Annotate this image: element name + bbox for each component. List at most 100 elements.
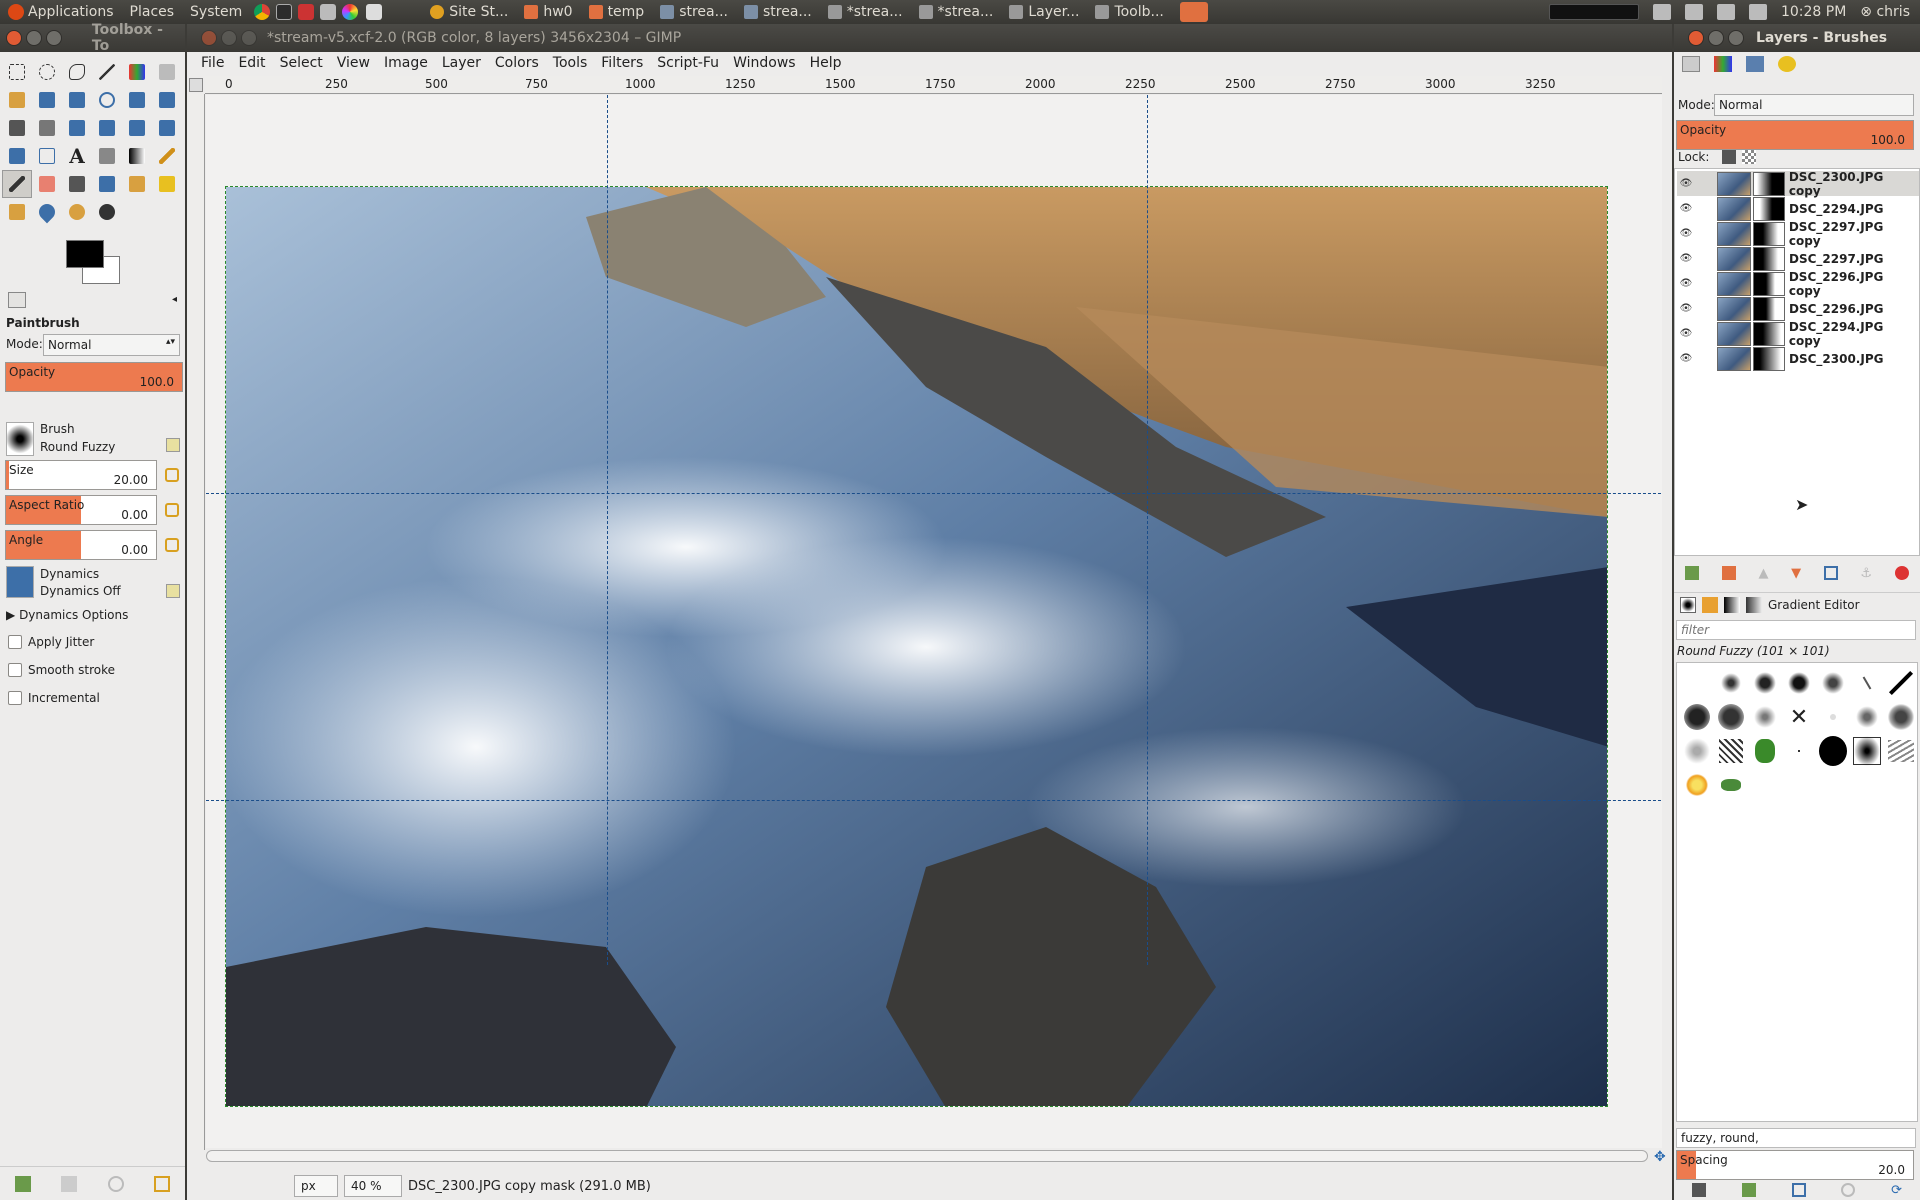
new-layer-icon[interactable] xyxy=(1685,566,1700,580)
system-monitor-icon[interactable] xyxy=(1548,4,1639,20)
scale-tool[interactable] xyxy=(92,114,122,142)
dropbox-icon[interactable] xyxy=(1652,4,1671,20)
network-icon[interactable] xyxy=(1684,4,1703,20)
layer-row[interactable]: 👁 DSC_2296.JPG copy xyxy=(1677,270,1919,298)
brush-item[interactable] xyxy=(1683,703,1711,731)
task-toolbox[interactable]: Toolb... xyxy=(1087,1,1171,23)
quick-mask-corner[interactable] xyxy=(189,78,203,92)
brush-item[interactable] xyxy=(1683,771,1711,799)
lock-pixels-icon[interactable] xyxy=(1722,150,1736,164)
edit-dynamics-icon[interactable] xyxy=(166,584,180,598)
brush-item[interactable] xyxy=(1717,771,1745,799)
ellipse-select-tool[interactable] xyxy=(32,58,62,86)
menu-script-fu[interactable]: Script-Fu xyxy=(650,55,726,71)
stream-photo[interactable] xyxy=(225,186,1608,1107)
angle-slider[interactable]: Angle 0.00 xyxy=(5,530,157,560)
brush-item[interactable] xyxy=(1785,669,1813,697)
task-layers[interactable]: Layer... xyxy=(1001,1,1087,23)
raise-layer-icon[interactable]: ▲ xyxy=(1759,566,1769,581)
lock-alpha-icon[interactable] xyxy=(1742,150,1756,164)
layer-mask-thumbnail[interactable] xyxy=(1752,321,1785,346)
brush-item[interactable] xyxy=(1853,669,1881,697)
brush-filter-input[interactable] xyxy=(1676,620,1916,640)
guide-vertical-1[interactable] xyxy=(607,95,608,965)
restore-options-icon[interactable] xyxy=(61,1175,78,1192)
picasa-launcher-icon[interactable] xyxy=(342,4,359,20)
task-stream-2[interactable]: strea... xyxy=(736,1,820,23)
workspace-switcher-icon[interactable] xyxy=(1179,2,1208,22)
duplicate-layer-icon[interactable] xyxy=(1823,566,1838,580)
terminal-launcher-icon[interactable] xyxy=(276,4,293,20)
eye-icon[interactable]: 👁 xyxy=(1677,253,1695,264)
menu-tools[interactable]: Tools xyxy=(546,55,595,71)
brush-item[interactable] xyxy=(1819,669,1847,697)
zoom-tool[interactable] xyxy=(92,86,122,114)
bucket-fill-tool[interactable] xyxy=(92,142,122,170)
reset-aspect-icon[interactable] xyxy=(165,503,179,517)
camera-launcher-icon[interactable] xyxy=(366,4,383,20)
layers-tab-icon[interactable] xyxy=(1682,56,1700,72)
brushes-tab-icon[interactable] xyxy=(1680,596,1696,613)
layer-mask-thumbnail[interactable] xyxy=(1753,346,1785,371)
duplicate-brush-icon[interactable] xyxy=(1791,1183,1806,1197)
guide-vertical-2[interactable] xyxy=(1147,95,1148,965)
brush-item[interactable] xyxy=(1717,737,1745,765)
paths-tool[interactable] xyxy=(32,86,62,114)
eye-icon[interactable]: 👁 xyxy=(1677,303,1695,314)
gradient-editor-tab-icon[interactable] xyxy=(1746,596,1762,613)
brush-item[interactable] xyxy=(1717,703,1745,731)
dynamics-preview[interactable] xyxy=(6,566,34,598)
unit-select[interactable]: px xyxy=(294,1175,338,1197)
brush-item[interactable] xyxy=(1751,703,1779,731)
brush-item[interactable] xyxy=(1683,669,1711,697)
brush-item[interactable] xyxy=(1751,737,1779,765)
brush-item[interactable] xyxy=(1683,737,1711,765)
eye-icon[interactable]: 👁 xyxy=(1677,228,1695,239)
flip-tool[interactable] xyxy=(2,142,32,170)
spacing-slider[interactable]: Spacing 20.0 xyxy=(1676,1150,1914,1180)
eraser-tool[interactable] xyxy=(32,170,62,198)
edit-brush-icon[interactable] xyxy=(1691,1183,1706,1197)
brush-item[interactable] xyxy=(1853,703,1881,731)
minimize-button[interactable] xyxy=(1708,30,1724,46)
mode-select[interactable]: Normal ▴▾ xyxy=(43,334,180,356)
layer-row[interactable]: 👁 DSC_2294.JPG copy xyxy=(1677,320,1919,348)
menu-colors[interactable]: Colors xyxy=(488,55,546,71)
task-chrome[interactable]: Site St... xyxy=(422,1,516,23)
menu-file[interactable]: File xyxy=(194,55,231,71)
reset-options-icon[interactable] xyxy=(153,1175,170,1192)
crop-tool[interactable] xyxy=(32,114,62,142)
select-by-color-tool[interactable] xyxy=(122,58,152,86)
brush-item[interactable] xyxy=(1887,703,1915,731)
color-picker-tool[interactable] xyxy=(62,86,92,114)
new-brush-icon[interactable] xyxy=(1741,1183,1756,1197)
tool-options-tab-icon[interactable] xyxy=(8,292,26,308)
aspect-ratio-slider[interactable]: Aspect Ratio 0.00 xyxy=(5,495,157,525)
reset-size-icon[interactable] xyxy=(165,468,179,482)
close-button[interactable] xyxy=(201,30,217,46)
layer-row[interactable]: 👁 DSC_2296.JPG xyxy=(1677,296,1919,321)
task-folder-hw0[interactable]: hw0 xyxy=(516,1,580,23)
close-button[interactable] xyxy=(6,30,22,46)
minimize-button[interactable] xyxy=(25,30,42,46)
reset-angle-icon[interactable] xyxy=(165,538,179,552)
opacity-slider[interactable]: Opacity 100.0 xyxy=(5,362,183,392)
layer-mask-thumbnail[interactable] xyxy=(1753,246,1785,271)
apply-jitter-checkbox[interactable] xyxy=(8,635,22,649)
perspective-clone-tool[interactable] xyxy=(2,198,32,226)
rect-select-tool[interactable] xyxy=(2,58,32,86)
ink-tool[interactable] xyxy=(92,170,122,198)
clock[interactable]: 10:28 PM xyxy=(1781,4,1846,20)
maximize-button[interactable] xyxy=(45,30,62,46)
size-slider[interactable]: Size 20.00 xyxy=(5,460,157,490)
refresh-brushes-icon[interactable]: ⟳ xyxy=(1891,1183,1902,1198)
brush-item[interactable] xyxy=(1785,737,1813,765)
blend-tool[interactable] xyxy=(122,142,152,170)
eye-icon[interactable]: 👁 xyxy=(1677,203,1695,214)
guide-horizontal-1[interactable] xyxy=(206,493,1662,494)
task-stream-1[interactable]: strea... xyxy=(652,1,736,23)
delete-layer-icon[interactable] xyxy=(1894,566,1909,580)
delete-options-icon[interactable] xyxy=(107,1175,124,1192)
smudge-tool[interactable] xyxy=(62,198,92,226)
paths-tab-icon[interactable] xyxy=(1746,56,1764,72)
